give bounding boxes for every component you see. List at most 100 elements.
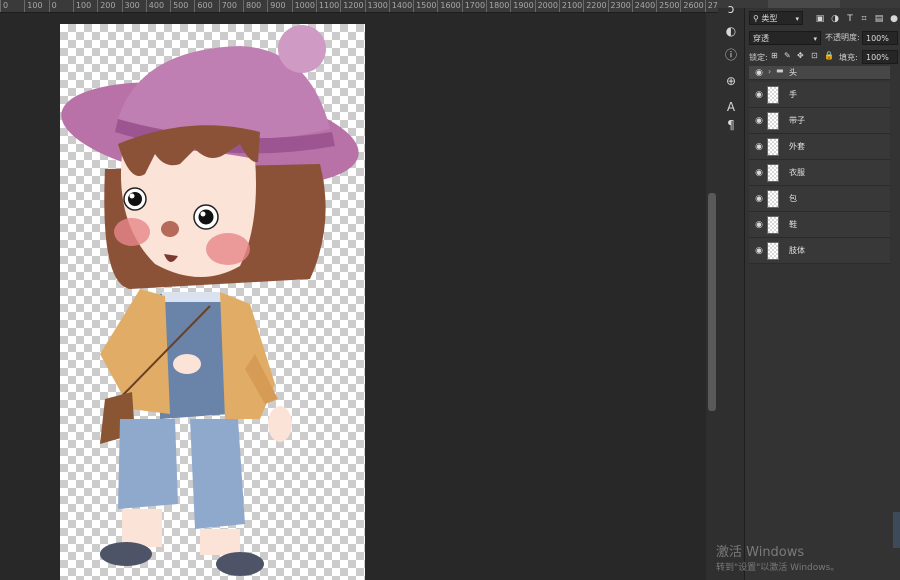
chevron-right-icon[interactable]: ›	[768, 67, 771, 76]
lock-position-icon[interactable]: ✥	[797, 51, 804, 60]
horizontal-ruler: 0 100 0 100 200 300 400 500 600 700 800 900 1000 1100…	[0, 0, 718, 13]
panel-top-strip	[718, 0, 900, 8]
ruler-tick: 1500	[413, 0, 436, 12]
ruler-tick: 600	[194, 0, 213, 12]
ruler-tick: 100	[72, 0, 91, 12]
layer-row-group[interactable]: ◉ › ▬ 头	[749, 66, 890, 80]
ruler-tick: 900	[267, 0, 286, 12]
jacket-left	[100, 289, 170, 414]
right-cheek	[206, 233, 250, 265]
ruler-tick: 800	[243, 0, 261, 12]
ruler-tick: 1400	[388, 0, 412, 12]
left-cheek	[114, 218, 150, 246]
hand	[173, 354, 201, 374]
brush-settings-icon[interactable]: ↄ	[722, 0, 740, 18]
nose	[161, 221, 179, 237]
type-filter-icon[interactable]: T	[845, 14, 855, 24]
adjust-icon[interactable]: ◐	[722, 22, 740, 40]
fill-field[interactable]: 100%	[862, 50, 898, 64]
right-leg	[200, 529, 240, 555]
layer-thumbnail	[767, 164, 779, 182]
layer-thumbnail	[767, 86, 779, 104]
right-hand	[268, 406, 292, 442]
canvas-area[interactable]	[0, 13, 706, 580]
scrollbar-thumb[interactable]	[708, 193, 716, 411]
document-canvas[interactable]	[60, 24, 365, 580]
eye-icon[interactable]: ◉	[753, 116, 765, 126]
shape-filter-icon[interactable]: ⌗	[859, 14, 869, 24]
opacity-field[interactable]: 100%	[862, 31, 898, 45]
ruler-tick: 2300	[607, 0, 631, 12]
folder-icon: ▬	[776, 66, 784, 75]
eye-icon[interactable]: ◉	[753, 142, 765, 152]
hat-pompom	[278, 25, 326, 73]
panel-tab[interactable]	[768, 0, 840, 8]
right-shoe	[216, 552, 264, 576]
layer-row[interactable]: ◉ 手	[749, 82, 890, 108]
ruler-tick: 2000	[534, 0, 558, 12]
ruler-tick: 100	[24, 0, 43, 12]
ruler-tick: 500	[170, 0, 188, 12]
ruler-tick: 0	[48, 0, 57, 12]
lock-paint-icon[interactable]: ✎	[784, 51, 791, 60]
layers-panel: ⚲ 类型 ▾ ▣ ◑ T ⌗ ▤ ● 穿透 ▾ 不透明度: 100% 锁定: ⊞ ✎…	[745, 8, 900, 580]
canvas-vertical-scrollbar[interactable]	[706, 13, 718, 580]
filter-type-dropdown[interactable]: ⚲ 类型 ▾	[749, 11, 803, 25]
chevron-down-icon: ▾	[795, 15, 799, 23]
ruler-tick: 300	[121, 0, 140, 12]
clone-source-icon[interactable]: ⊕	[722, 72, 740, 90]
opacity-label: 不透明度:	[825, 33, 860, 42]
ruler-tick: 2600	[680, 0, 704, 12]
blend-mode-dropdown[interactable]: 穿透 ▾	[749, 31, 821, 45]
eye-icon[interactable]: ◉	[753, 220, 765, 230]
activation-watermark-title: 激活 Windows	[716, 545, 805, 560]
layer-thumbnail	[767, 242, 779, 260]
lock-all-icon[interactable]: 🔒	[824, 51, 834, 60]
layer-row[interactable]: ◉ 包	[749, 186, 890, 212]
paragraph-icon[interactable]: ¶	[722, 116, 740, 134]
ruler-tick: 2700	[704, 0, 718, 12]
smart-object-filter-icon[interactable]: ▤	[874, 14, 884, 24]
ruler-tick: 700	[218, 0, 237, 12]
ruler-tick: 1100	[315, 0, 339, 12]
ruler-tick: 400	[145, 0, 164, 12]
ruler-tick: 2100	[558, 0, 582, 12]
character-illustration	[61, 25, 359, 576]
ruler-tick: 1800	[486, 0, 509, 12]
pants	[118, 419, 178, 509]
left-leg	[122, 509, 162, 547]
layer-row[interactable]: ◉ 鞋	[749, 212, 890, 238]
ruler-tick: 2400	[631, 0, 655, 12]
toggle-filter-icon[interactable]: ●	[889, 14, 899, 24]
ruler-tick: 1600	[437, 0, 461, 12]
character-icon[interactable]: A	[722, 98, 740, 116]
eye-icon[interactable]: ◉	[753, 168, 765, 178]
eye-icon[interactable]: ◉	[753, 90, 765, 100]
layer-thumbnail	[767, 190, 779, 208]
ruler-tick: 0	[0, 0, 8, 12]
layer-row[interactable]: ◉ 衣服	[749, 160, 890, 186]
eye-icon[interactable]: ◉	[753, 68, 765, 78]
fill-label: 填充:	[839, 53, 858, 62]
eye-icon[interactable]: ◉	[753, 194, 765, 204]
lock-artboard-icon[interactable]: ⊡	[811, 51, 818, 60]
chevron-down-icon: ▾	[813, 35, 817, 43]
ruler-tick: 200	[97, 0, 115, 12]
lock-pixels-icon[interactable]: ⊞	[771, 51, 778, 60]
info-icon[interactable]: ⓘ	[722, 46, 740, 64]
ruler-tick: 1700	[461, 0, 485, 12]
layer-row[interactable]: ◉ 外套	[749, 134, 890, 160]
ruler-tick: 1200	[340, 0, 364, 12]
lock-label: 锁定:	[749, 53, 768, 62]
ruler-tick: 2500	[656, 0, 679, 12]
panel-edge-handle[interactable]	[893, 512, 900, 548]
image-filter-icon[interactable]: ▣	[815, 14, 825, 24]
adjustment-filter-icon[interactable]: ◑	[830, 14, 840, 24]
layer-row[interactable]: ◉ 肢体	[749, 238, 890, 264]
layer-thumbnail	[767, 138, 779, 156]
eye-icon[interactable]: ◉	[753, 246, 765, 256]
ruler-tick: 1300	[364, 0, 388, 12]
ruler-tick: 1000	[291, 0, 315, 12]
layer-thumbnail	[767, 112, 779, 130]
layer-row[interactable]: ◉ 带子	[749, 108, 890, 134]
